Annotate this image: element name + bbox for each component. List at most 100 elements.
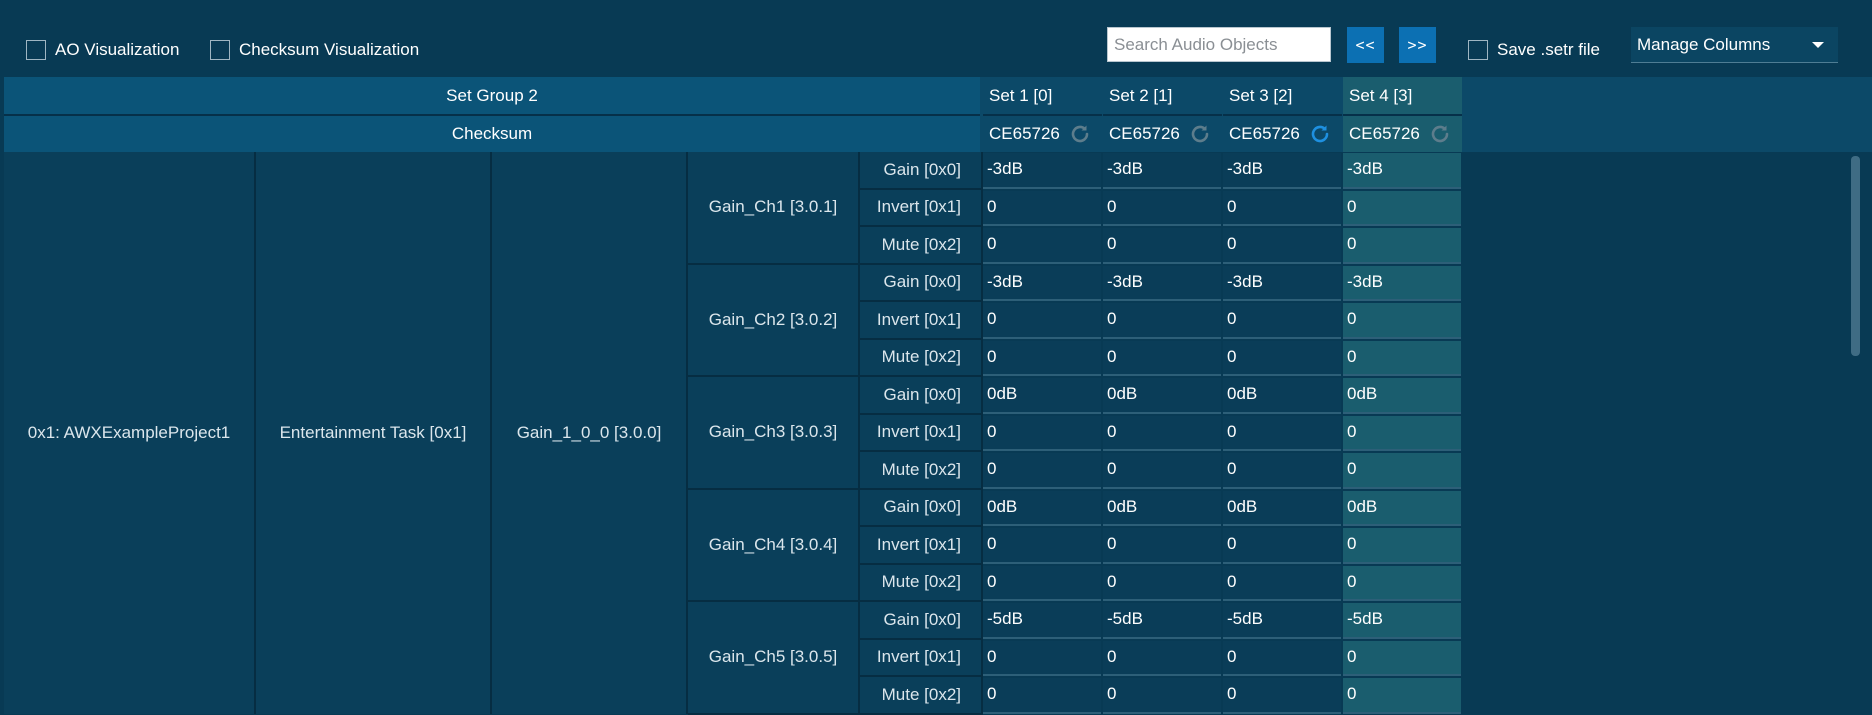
- value-cell[interactable]: 0: [1343, 190, 1461, 226]
- value-cell[interactable]: -5dB: [1103, 603, 1221, 639]
- value-cell[interactable]: 0: [1343, 528, 1461, 564]
- value-cell[interactable]: 0: [1103, 640, 1221, 676]
- value-cell[interactable]: -3dB: [1103, 265, 1221, 301]
- value-cell[interactable]: 0: [983, 453, 1101, 489]
- value-cell[interactable]: 0dB: [983, 378, 1101, 414]
- refresh-icon[interactable]: [1308, 122, 1332, 146]
- value-cell[interactable]: 0: [1223, 228, 1341, 264]
- value-cell[interactable]: 0: [1103, 453, 1221, 489]
- value-cell[interactable]: 0: [983, 565, 1101, 601]
- checksum-cell: CE65726: [1109, 117, 1212, 150]
- value-cell[interactable]: 0: [983, 640, 1101, 676]
- value-cell[interactable]: 0: [1103, 190, 1221, 226]
- manage-columns-dropdown[interactable]: Manage Columns: [1631, 27, 1838, 63]
- checksum-visualization-checkbox[interactable]: [210, 40, 230, 60]
- value-cell[interactable]: 0dB: [1343, 378, 1461, 414]
- channel-cell[interactable]: Gain_Ch4 [3.0.4]: [688, 489, 860, 602]
- value-cell[interactable]: 0: [1343, 640, 1461, 676]
- previous-button[interactable]: <<: [1347, 27, 1384, 63]
- value-cell[interactable]: 0: [1103, 415, 1221, 451]
- value-cell[interactable]: -3dB: [983, 265, 1101, 301]
- parameter-label: Invert [0x1]: [860, 639, 983, 677]
- parameter-label: Gain [0x0]: [860, 602, 983, 640]
- value-cell[interactable]: 0dB: [983, 490, 1101, 526]
- value-cell[interactable]: 0: [1343, 453, 1461, 489]
- value-cell[interactable]: 0dB: [1223, 490, 1341, 526]
- value-cell[interactable]: -3dB: [1343, 153, 1461, 189]
- task-cell[interactable]: Entertainment Task [0x1]: [256, 152, 492, 714]
- channel-cell[interactable]: Gain_Ch3 [3.0.3]: [688, 377, 860, 490]
- value-cell[interactable]: 0: [983, 415, 1101, 451]
- vertical-scrollbar[interactable]: [1851, 156, 1860, 356]
- channel-cell[interactable]: Gain_Ch2 [3.0.2]: [688, 264, 860, 377]
- set-column-header[interactable]: Set 2 [1] CE65726: [1103, 77, 1222, 152]
- save-setr-checkbox[interactable]: [1468, 40, 1488, 60]
- value-cell[interactable]: 0: [1343, 415, 1461, 451]
- value-cell[interactable]: 0: [1223, 678, 1341, 714]
- value-cell[interactable]: 0: [1343, 228, 1461, 264]
- ao-visualization-toggle[interactable]: AO Visualization: [26, 40, 179, 60]
- refresh-icon: [1191, 125, 1209, 142]
- checksum-value: CE65726: [1109, 123, 1180, 143]
- save-setr-toggle[interactable]: Save .setr file: [1468, 40, 1600, 60]
- value-cell[interactable]: 0: [983, 303, 1101, 339]
- checksum-visualization-toggle[interactable]: Checksum Visualization: [210, 40, 419, 60]
- checksum-cell: CE65726: [1349, 117, 1452, 150]
- value-cell[interactable]: 0: [1343, 565, 1461, 601]
- chevron-down-icon: [1812, 42, 1824, 48]
- value-cell[interactable]: -3dB: [1103, 153, 1221, 189]
- channel-cell[interactable]: Gain_Ch1 [3.0.1]: [688, 152, 860, 265]
- value-cell[interactable]: 0: [983, 190, 1101, 226]
- value-cell[interactable]: 0: [1103, 303, 1221, 339]
- channel-cell[interactable]: Gain_Ch5 [3.0.5]: [688, 602, 860, 715]
- value-cell[interactable]: 0: [1103, 678, 1221, 714]
- value-cell[interactable]: 0: [1343, 340, 1461, 376]
- ao-visualization-checkbox[interactable]: [26, 40, 46, 60]
- set-group-header: Set Group 2: [4, 77, 980, 114]
- value-cell[interactable]: 0: [1103, 228, 1221, 264]
- checksum-cell: CE65726: [989, 117, 1092, 150]
- value-cell[interactable]: 0dB: [1103, 490, 1221, 526]
- search-audio-objects-input[interactable]: [1107, 27, 1331, 62]
- value-cell[interactable]: 0: [1103, 565, 1221, 601]
- value-cell[interactable]: -5dB: [1343, 603, 1461, 639]
- value-cell[interactable]: -3dB: [1223, 265, 1341, 301]
- value-cell[interactable]: 0: [1223, 565, 1341, 601]
- manage-columns-label: Manage Columns: [1637, 34, 1771, 54]
- value-cell[interactable]: 0: [1223, 640, 1341, 676]
- parameter-label: Invert [0x1]: [860, 527, 983, 565]
- value-cell[interactable]: 0: [983, 528, 1101, 564]
- value-cell[interactable]: 0: [1223, 453, 1341, 489]
- value-cell[interactable]: -3dB: [1343, 265, 1461, 301]
- value-cell[interactable]: 0dB: [1103, 378, 1221, 414]
- value-cell[interactable]: 0: [1103, 528, 1221, 564]
- set-column-header[interactable]: Set 1 [0] CE65726: [983, 77, 1102, 152]
- value-cell[interactable]: 0: [983, 678, 1101, 714]
- value-cell[interactable]: 0: [1223, 190, 1341, 226]
- value-cell[interactable]: -5dB: [1223, 603, 1341, 639]
- value-cell[interactable]: 0: [1343, 678, 1461, 714]
- value-cell[interactable]: 0: [1223, 528, 1341, 564]
- next-button[interactable]: >>: [1399, 27, 1436, 63]
- set-column-header[interactable]: Set 3 [2] CE65726: [1223, 77, 1342, 152]
- value-cell[interactable]: 0: [983, 228, 1101, 264]
- value-cell[interactable]: 0: [1223, 303, 1341, 339]
- module-cell[interactable]: Gain_1_0_0 [3.0.0]: [492, 152, 688, 714]
- value-cell[interactable]: 0: [983, 340, 1101, 376]
- set-name: Set 2 [1]: [1109, 85, 1173, 105]
- value-cell[interactable]: -3dB: [1223, 153, 1341, 189]
- parameter-label: Mute [0x2]: [860, 564, 983, 602]
- value-cell[interactable]: 0: [1223, 340, 1341, 376]
- value-cell[interactable]: -3dB: [983, 153, 1101, 189]
- value-cell[interactable]: -5dB: [983, 603, 1101, 639]
- value-cell[interactable]: 0: [1103, 340, 1221, 376]
- project-cell[interactable]: 0x1: AWXExampleProject1: [4, 152, 256, 714]
- set-name: Set 3 [2]: [1229, 85, 1293, 105]
- checksum-header: Checksum: [4, 116, 980, 152]
- set-name: Set 4 [3]: [1349, 85, 1413, 105]
- value-cell[interactable]: 0: [1343, 303, 1461, 339]
- value-cell[interactable]: 0: [1223, 415, 1341, 451]
- set-column-header[interactable]: Set 4 [3] CE65726: [1343, 77, 1462, 152]
- value-cell[interactable]: 0dB: [1223, 378, 1341, 414]
- value-cell[interactable]: 0dB: [1343, 490, 1461, 526]
